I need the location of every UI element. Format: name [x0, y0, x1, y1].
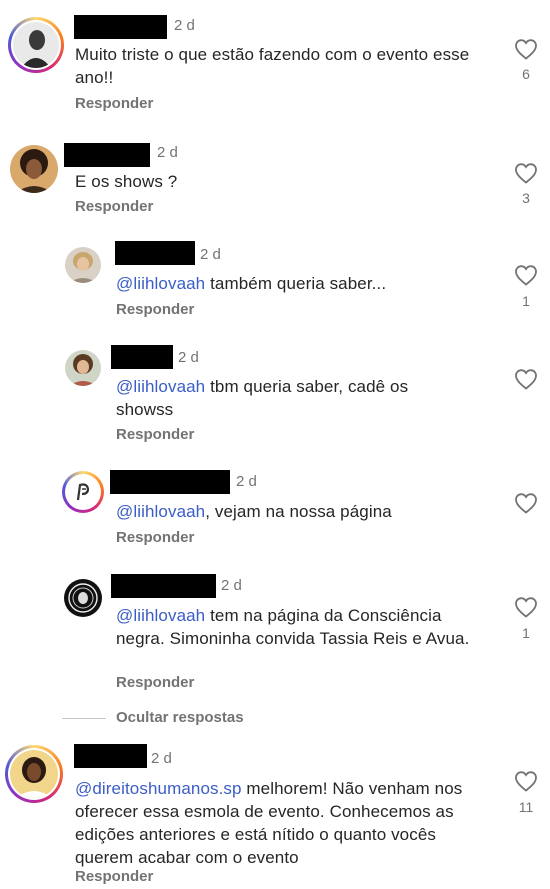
mention-link[interactable]: @liihlovaah	[116, 377, 205, 396]
like-heart-icon[interactable]	[514, 596, 538, 618]
comment-timestamp: 2 d	[200, 246, 221, 263]
comment-text: @liihlovaah tbm queria saber, cadê os sh…	[116, 377, 409, 419]
redacted-username	[74, 15, 167, 39]
comment-text: Muito triste o que estão fazendo com o e…	[75, 45, 470, 87]
like-heart-icon[interactable]	[514, 368, 538, 390]
reply-button[interactable]: Responder	[75, 198, 153, 215]
avatar[interactable]	[62, 471, 104, 513]
like-count: 11	[518, 799, 534, 815]
reply-button[interactable]: Responder	[116, 529, 194, 546]
redacted-username	[64, 143, 150, 167]
like-heart-icon[interactable]	[514, 162, 538, 184]
avatar[interactable]	[64, 579, 102, 617]
redacted-username	[74, 744, 147, 768]
avatar[interactable]	[5, 745, 63, 803]
redacted-username	[115, 241, 195, 265]
like-count: 6	[522, 66, 530, 82]
like-count: 1	[522, 293, 530, 309]
divider	[62, 718, 106, 719]
reply-button[interactable]: Responder	[75, 868, 153, 885]
hide-replies-button[interactable]: Ocultar respostas	[116, 709, 244, 726]
comment-timestamp: 2 d	[221, 577, 242, 594]
reply-button[interactable]: Responder	[116, 674, 194, 691]
comment-text: E os shows ?	[75, 172, 178, 191]
mention-link[interactable]: @liihlovaah	[116, 502, 205, 521]
comment-timestamp: 2 d	[151, 750, 172, 767]
reply-button[interactable]: Responder	[116, 426, 194, 443]
comment-timestamp: 2 d	[236, 473, 257, 490]
comment-text: @liihlovaah tem na página da Consciência…	[116, 606, 470, 648]
comment-text: @liihlovaah também queria saber...	[116, 274, 387, 293]
like-heart-icon[interactable]	[514, 492, 538, 514]
like-heart-icon[interactable]	[514, 770, 538, 792]
comment-timestamp: 2 d	[157, 144, 178, 161]
like-heart-icon[interactable]	[514, 264, 538, 286]
comment-text: @liihlovaah, vejam na nossa página	[116, 502, 392, 521]
mention-link[interactable]: @liihlovaah	[116, 274, 205, 293]
avatar[interactable]	[65, 350, 101, 386]
reply-button[interactable]: Responder	[75, 95, 153, 112]
redacted-username	[110, 470, 230, 494]
comment-timestamp: 2 d	[174, 17, 195, 34]
redacted-username	[111, 345, 173, 369]
comment-timestamp: 2 d	[178, 349, 199, 366]
like-heart-icon[interactable]	[514, 38, 538, 60]
avatar[interactable]	[65, 247, 101, 283]
like-count: 3	[522, 190, 530, 206]
mention-link[interactable]: @liihlovaah	[116, 606, 205, 625]
like-count: 1	[522, 625, 530, 641]
reply-button[interactable]: Responder	[116, 301, 194, 318]
avatar[interactable]	[10, 145, 58, 193]
mention-link[interactable]: @direitoshumanos.sp	[75, 779, 242, 798]
avatar[interactable]	[8, 17, 64, 73]
comment-text: @direitoshumanos.sp melhorem! Não venham…	[75, 779, 463, 867]
redacted-username	[111, 574, 216, 598]
